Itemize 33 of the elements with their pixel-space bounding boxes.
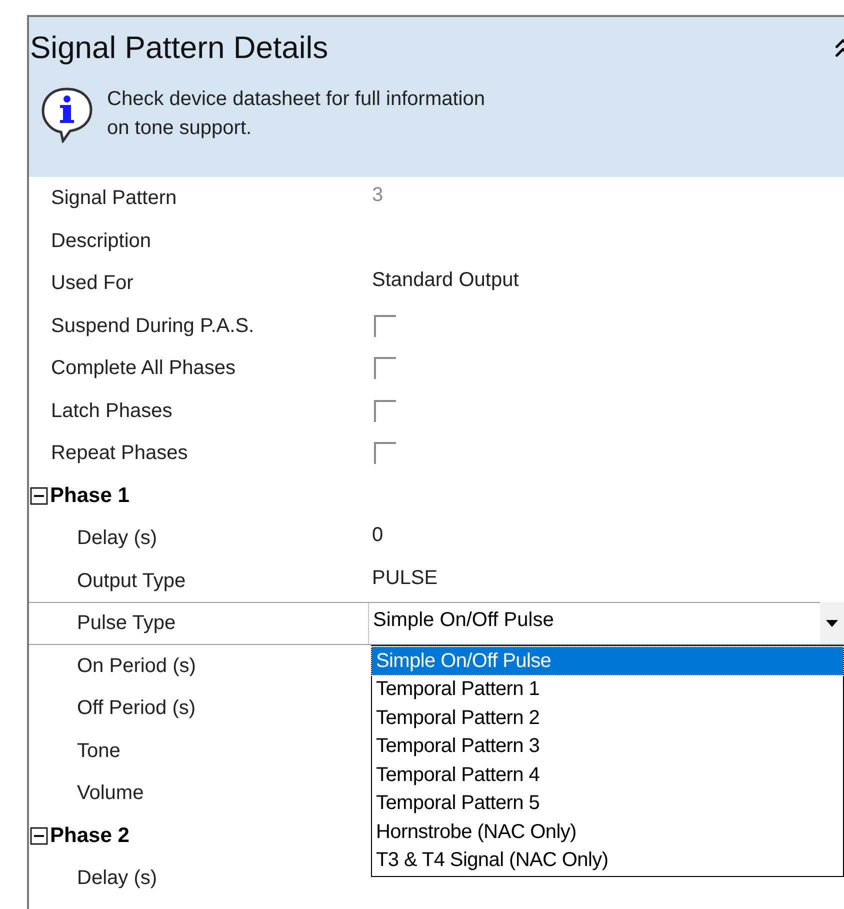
- panel-title: Signal Pattern Details: [30, 29, 328, 67]
- dropdown-option[interactable]: Temporal Pattern 2: [372, 704, 843, 732]
- property-label: Pulse Type: [77, 611, 176, 636]
- collapse-icon[interactable]: [30, 486, 48, 505]
- dropdown-option[interactable]: Temporal Pattern 1: [372, 675, 843, 704]
- info-message: Check device datasheet for full information on tone support.: [107, 86, 485, 140]
- property-label: Suspend During P.A.S.: [51, 314, 254, 339]
- collapse-icon[interactable]: [30, 826, 48, 845]
- property-label: Output Type: [77, 568, 186, 594]
- property-label: Tone: [77, 738, 120, 764]
- group-label[interactable]: Phase 1: [50, 480, 130, 512]
- dropdown-option[interactable]: Temporal Pattern 3: [372, 732, 843, 760]
- dropdown-option[interactable]: Temporal Pattern 4: [372, 760, 843, 789]
- property-value: 0: [371, 523, 384, 548]
- property-value: 3: [371, 183, 384, 208]
- property-label: Volume: [77, 781, 144, 806]
- property-label: Off Period (s): [77, 696, 196, 722]
- dropdown-option[interactable]: Hornstrobe (NAC Only): [372, 818, 843, 846]
- dropdown-option[interactable]: Temporal Pattern 5: [372, 789, 843, 818]
- property-value: Standard Output: [371, 268, 519, 294]
- property-label: Delay (s): [77, 866, 158, 892]
- property-label: Used For: [51, 271, 134, 296]
- group-label[interactable]: Phase 2: [50, 820, 130, 852]
- property-value: PULSE: [371, 566, 438, 591]
- property-label: Delay (s): [77, 526, 158, 552]
- dropdown-option[interactable]: Simple On/Off Pulse: [372, 646, 843, 675]
- property-label: Repeat Phases: [51, 441, 188, 466]
- property-label: Description: [51, 228, 152, 254]
- property-label: Latch Phases: [51, 398, 172, 424]
- property-label: Complete All Phases: [51, 356, 236, 382]
- property-label: On Period (s): [77, 654, 196, 679]
- property-label: Signal Pattern: [51, 186, 177, 212]
- dropdown-option[interactable]: T3 & T4 Signal (NAC Only): [372, 846, 843, 874]
